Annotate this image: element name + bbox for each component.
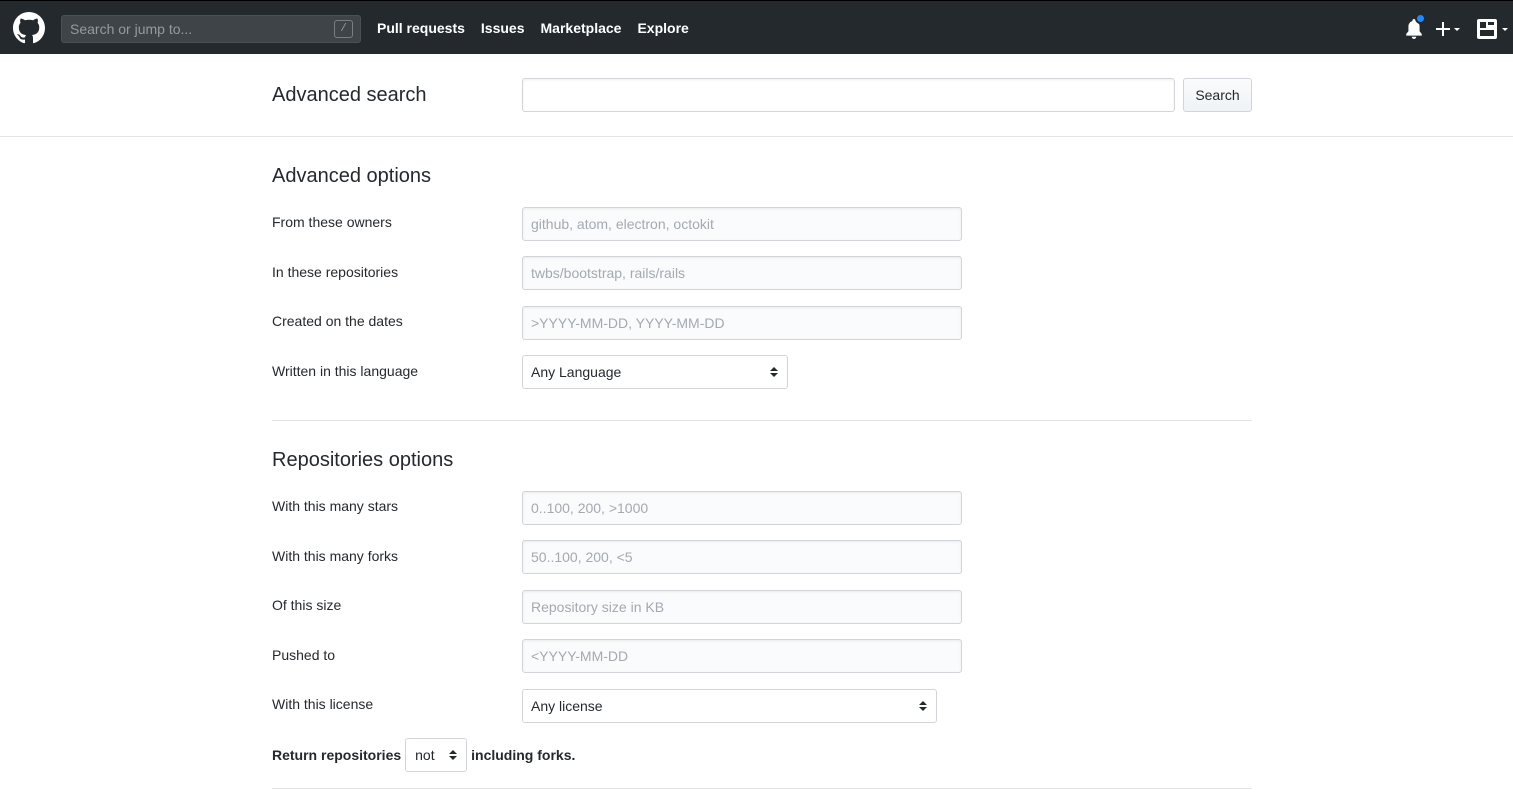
avatar	[1477, 19, 1508, 39]
create-new-menu[interactable]	[1436, 19, 1464, 39]
pushed-input[interactable]	[522, 639, 962, 673]
owners-label: From these owners	[272, 214, 392, 230]
github-logo-icon[interactable]	[13, 12, 45, 44]
forks-label: With this many forks	[272, 548, 399, 564]
dates-label: Created on the dates	[272, 313, 403, 329]
pushed-label: Pushed to	[272, 647, 336, 663]
advanced-search-input[interactable]	[522, 78, 1175, 112]
language-select-value: Any Language	[531, 364, 622, 380]
global-search: /	[61, 15, 361, 43]
stars-label: With this many stars	[272, 498, 399, 514]
dates-input[interactable]	[522, 306, 962, 340]
nav-explore[interactable]: Explore	[637, 20, 688, 36]
forks-clause-suffix: including forks.	[471, 747, 576, 763]
language-label: Written in this language	[272, 363, 419, 379]
size-label: Of this size	[272, 597, 342, 613]
header-nav: Pull requests Issues Marketplace Explore	[377, 1, 705, 55]
notification-indicator	[1415, 13, 1426, 24]
repositories-input[interactable]	[522, 256, 962, 290]
global-header: / Pull requests Issues Marketplace Explo…	[0, 0, 1513, 54]
select-caret-icon	[919, 701, 927, 711]
language-select[interactable]: Any Language	[522, 355, 788, 389]
nav-issues[interactable]: Issues	[481, 20, 525, 36]
search-button[interactable]: Search	[1183, 78, 1252, 112]
repositories-label: In these repositories	[272, 264, 399, 280]
size-input[interactable]	[522, 590, 962, 624]
select-caret-icon	[449, 750, 458, 760]
owners-input[interactable]	[522, 207, 962, 241]
nav-marketplace[interactable]: Marketplace	[541, 20, 622, 36]
repositories-options-heading: Repositories options	[272, 449, 454, 471]
section-divider	[272, 788, 1252, 789]
user-avatar-menu[interactable]	[1477, 18, 1511, 40]
forks-include-select[interactable]: not	[405, 738, 468, 772]
select-caret-icon	[770, 367, 778, 377]
license-select-value: Any license	[531, 698, 603, 714]
advanced-search-bar: Advanced search Search	[0, 54, 1513, 137]
section-divider	[272, 420, 1252, 421]
forks-include-value: not	[415, 747, 435, 763]
page-title: Advanced search	[272, 84, 427, 106]
slash-shortcut-hint: /	[334, 20, 353, 38]
global-search-input[interactable]	[62, 16, 360, 42]
plus-icon	[1436, 22, 1460, 36]
license-select[interactable]: Any license	[522, 689, 937, 723]
forks-clause: Return repositories not including forks.	[272, 738, 575, 772]
forks-input[interactable]	[522, 540, 962, 574]
stars-input[interactable]	[522, 491, 962, 525]
nav-pull-requests[interactable]: Pull requests	[377, 20, 465, 36]
forks-clause-prefix: Return repositories	[272, 747, 402, 763]
advanced-options-heading: Advanced options	[272, 165, 432, 187]
license-label: With this license	[272, 696, 374, 712]
